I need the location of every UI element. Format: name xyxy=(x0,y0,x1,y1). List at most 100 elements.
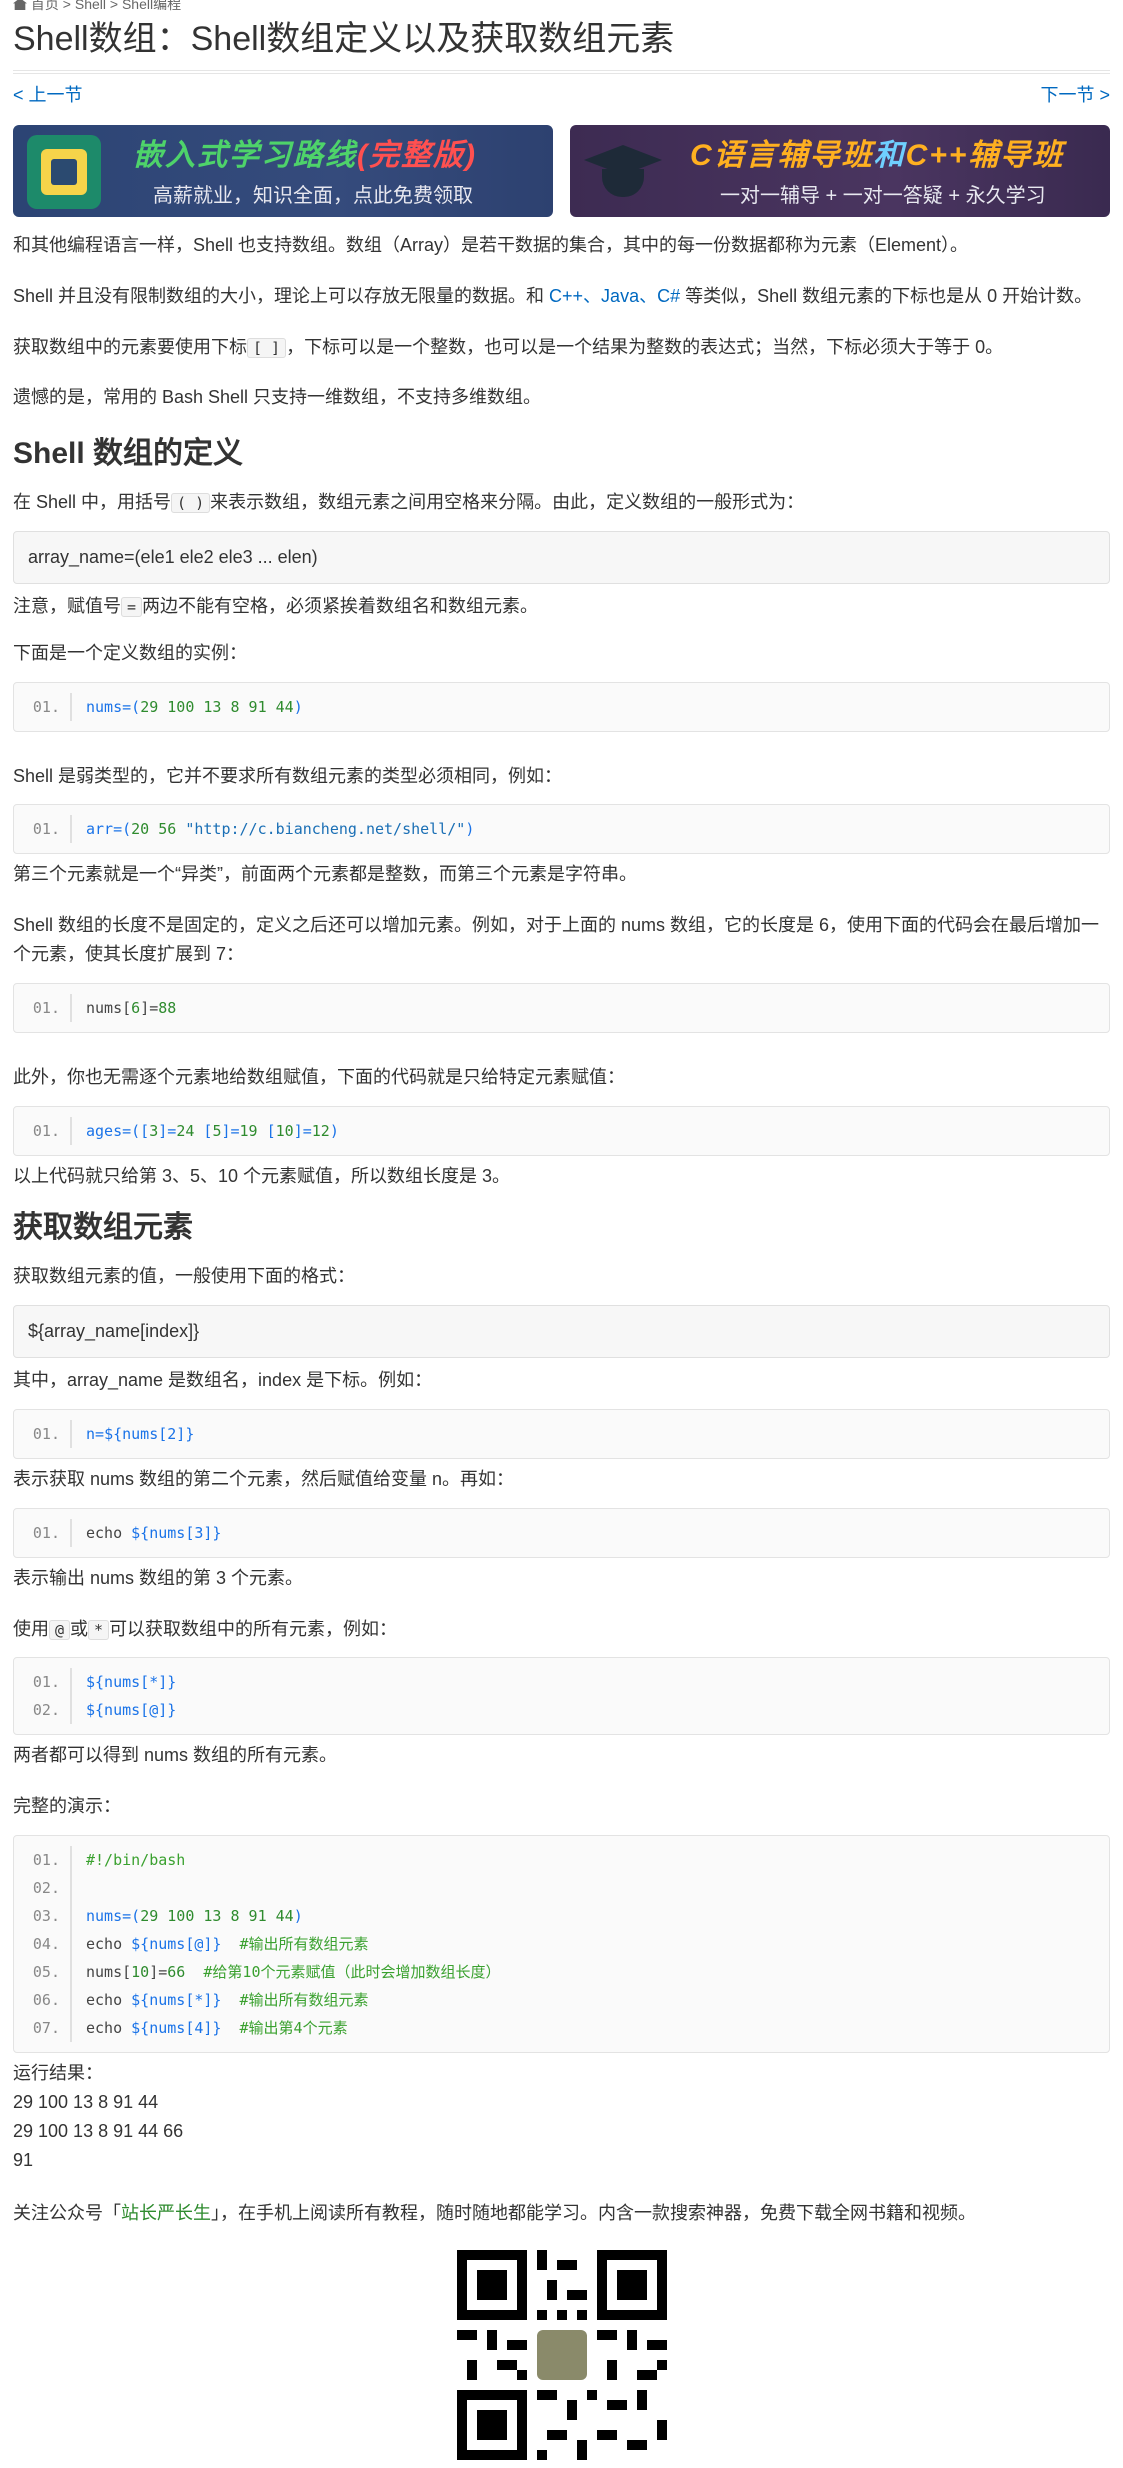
section-heading-definition: Shell 数组的定义 xyxy=(13,437,244,471)
code-token: ${nums[@]} xyxy=(131,1934,222,1953)
length-paragraph: Shell 数组的长度不是固定的，定义之后还可以增加元素。例如，对于上面的 nu… xyxy=(13,915,1100,964)
code-line: 02. ${nums[@]} xyxy=(14,1696,1109,1725)
length-note: 以上代码就只给第 3、5、10 个元素赋值，所以数组长度是 3。 xyxy=(13,1165,511,1186)
code-token: nums[ xyxy=(86,1962,132,1981)
code-line: 06. echo ${nums[*]} #输出所有数组元素 xyxy=(14,1985,1109,2014)
line-number: 01. xyxy=(14,1845,72,1874)
code-line: 01. echo ${nums[3]} xyxy=(14,1518,1109,1547)
all-elements-paragraph: 使用 @ 或 * 可以获取数组中的所有元素，例如： xyxy=(13,1615,1110,1644)
code-token: 10 xyxy=(275,1121,294,1140)
run-result: 运行结果： 29 100 13 8 91 44 29 100 13 8 91 4… xyxy=(13,2059,1110,2175)
code-line: 01. #!/bin/bash xyxy=(14,1845,1109,1874)
code-token: [ xyxy=(257,1121,276,1140)
code-block: 01. n=${nums[2]} xyxy=(13,1408,1110,1459)
text: 两边不能有空格，必须紧挨着数组名和数组元素。 xyxy=(142,595,539,616)
breadcrumb-current[interactable]: Shell编程 xyxy=(122,0,181,12)
demo-label: 完整的演示： xyxy=(13,1796,121,1817)
prev-link[interactable]: < 上一节 xyxy=(13,82,83,109)
code-token: arr=( xyxy=(86,820,132,839)
inline-code: @ xyxy=(49,1619,71,1640)
banner-subtitle: 一对一辅导 + 一对一答疑 + 永久学习 xyxy=(720,185,1046,207)
code-line: 01. n=${nums[2]} xyxy=(14,1419,1109,1448)
code-comment: #输出第4个元素 xyxy=(221,2018,348,2037)
code-line: 01. ages=([3]=24 [5]=19 [10]=12) xyxy=(14,1116,1109,1145)
result-line: 29 100 13 8 91 44 xyxy=(13,2091,159,2112)
code-token: nums=( xyxy=(86,1906,141,1925)
text: 在 Shell 中，用括号 xyxy=(13,492,172,513)
code-token: ]= xyxy=(293,1121,312,1140)
code-token: 29 100 13 8 91 44 xyxy=(140,697,294,716)
code-line: 07. echo ${nums[4]} #输出第4个元素 xyxy=(14,2013,1109,2042)
code-token: echo xyxy=(86,1934,132,1953)
code-token: ]= xyxy=(149,1962,168,1981)
breadcrumb-sep: > xyxy=(62,0,71,12)
code-comment: #输出所有数组元素 xyxy=(221,1934,369,1953)
code-block: 01. echo ${nums[3]} xyxy=(13,1507,1110,1558)
breadcrumb-sep: > xyxy=(109,0,119,12)
heterogeneous-note: 第三个元素就是一个“异类”，前面两个元素都是整数，而第三个元素是字符串。 xyxy=(13,864,637,885)
banner-title-mid: 和 xyxy=(873,139,906,172)
page: 首页 > Shell > Shell编程 Shell数组：Shell数组定义以及… xyxy=(0,0,1123,2468)
example-intro: 下面是一个定义数组的实例： xyxy=(13,642,247,663)
code-token: ${nums[3]} xyxy=(131,1523,222,1542)
code-line: 05. nums[10]=66 #给第10个元素赋值（此时会增加数组长度） xyxy=(14,1957,1109,1986)
code-token: nums=( xyxy=(86,697,141,716)
text: 等类似，Shell 数组元素的下标也是从 0 开始计数。 xyxy=(680,285,1093,306)
code-token: echo xyxy=(86,1523,132,1542)
line-number: 06. xyxy=(14,1985,72,2014)
code-token: ${nums[*]} xyxy=(86,1673,177,1692)
embedded-roadmap-banner[interactable]: 嵌入式学习路线(完整版) 高薪就业，知识全面，点此免费领取 xyxy=(13,125,553,217)
code-token: ) xyxy=(293,1906,303,1925)
code-token: echo xyxy=(86,2018,132,2037)
code-block: 01. nums[6]=88 xyxy=(13,982,1110,1033)
code-line: 02. xyxy=(14,1873,1109,1902)
code-token: 3 xyxy=(149,1121,159,1140)
line-number: 02. xyxy=(14,1873,72,1902)
languages-link[interactable]: C++、Java、C# xyxy=(549,286,680,306)
tutoring-banner[interactable]: C语言辅导班和C++辅导班 一对一辅导 + 一对一答疑 + 永久学习 xyxy=(570,125,1110,217)
code-token: 88 xyxy=(158,998,177,1017)
breadcrumb-shell[interactable]: Shell xyxy=(75,0,106,12)
breadcrumb-home[interactable]: 首页 xyxy=(31,0,59,12)
code-token: 20 56 xyxy=(131,820,186,839)
next-link[interactable]: 下一节 > xyxy=(1040,82,1110,109)
text: 」，在手机上阅读所有教程，随时随地都能学习。内含一款搜索神器，免费下载全网书籍和… xyxy=(211,2202,976,2223)
text: 使用 xyxy=(13,1618,49,1639)
banners: 嵌入式学习路线(完整版) 高薪就业，知识全面，点此免费领取 C语言辅导班和C++… xyxy=(13,125,1110,217)
text: 关注公众号「 xyxy=(13,2202,121,2223)
inline-code: [ ] xyxy=(247,337,287,358)
code-token: "http://c.biancheng.net/shell/" xyxy=(185,820,466,839)
text: 或 xyxy=(70,1618,89,1639)
index-paragraph: 获取数组中的元素要使用下标[ ] ，下标可以是一个整数，也可以是一个结果为整数的表… xyxy=(13,333,1110,362)
code-token: ages=([ xyxy=(86,1121,150,1140)
line-number: 07. xyxy=(14,2013,72,2042)
qr-wrap xyxy=(13,2249,1110,2468)
text: 可以获取数组中的所有元素，例如： xyxy=(109,1618,398,1639)
line-number: 01. xyxy=(14,1419,72,1448)
demo-code-block: 01. #!/bin/bash 02. 03. nums=(29 100 13 8 … xyxy=(13,1834,1110,2053)
line-number: 01. xyxy=(14,1518,72,1547)
code-token: nums[ xyxy=(86,998,132,1017)
banner-title: C语言辅导班 xyxy=(690,139,874,172)
code-token: ]= xyxy=(158,1121,177,1140)
intro-paragraph: 和其他编程语言一样，Shell 也支持数组。数组（Array）是若干数据的集合，… xyxy=(13,235,969,255)
home-icon[interactable] xyxy=(13,0,27,10)
chip-icon xyxy=(27,135,101,209)
definition-paragraph: 在 Shell 中，用括号( ) 来表示数组，数组元素之间用空格来分隔。由此，定义… xyxy=(13,488,1110,517)
code-token: 29 100 13 8 91 44 xyxy=(140,1906,294,1925)
text: 来表示数组，数组元素之间用空格来分隔。由此，定义数组的一般形式为： xyxy=(210,492,805,513)
bash-note-paragraph: 遗憾的是，常用的 Bash Shell 只支持一维数组，不支持多维数组。 xyxy=(13,387,542,408)
code-token: 66 xyxy=(167,1962,186,1981)
wechat-account-link[interactable]: 站长严长生 xyxy=(121,2203,211,2223)
prev-next-nav: < 上一节 下一节 > xyxy=(13,73,1110,119)
syntax-block: ${array_name[index]} xyxy=(13,1305,1110,1359)
page-title: Shell数组：Shell数组定义以及获取数组元素 xyxy=(13,18,1110,71)
code-token: ) xyxy=(293,697,303,716)
code-line: 01. arr=(20 56 "http://c.biancheng.net/sh… xyxy=(14,815,1109,844)
text: Shell 并且没有限制数组的大小，理论上可以存放无限量的数据。和 xyxy=(13,285,550,306)
banner-title-end: C++辅导班 xyxy=(905,139,1065,172)
follow-paragraph: 关注公众号「站长严长生」，在手机上阅读所有教程，随时随地都能学习。内含一款搜索神… xyxy=(13,2199,1110,2228)
banner-title-highlight: (完整版) xyxy=(357,139,477,172)
code-token: ${nums[*]} xyxy=(131,1990,222,2009)
code-token: 10 xyxy=(131,1962,150,1981)
